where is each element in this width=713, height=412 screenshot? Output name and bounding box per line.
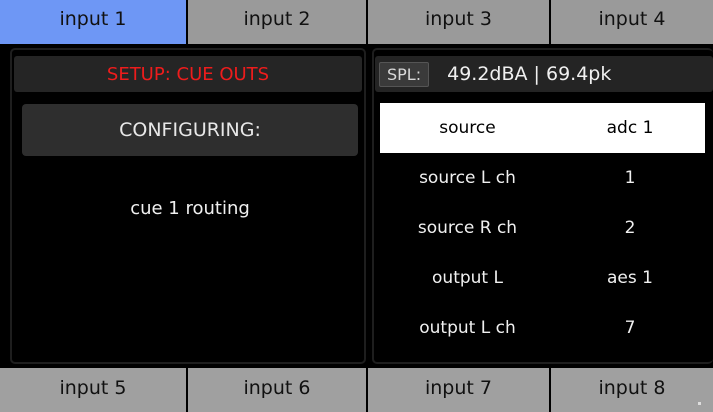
param-row-source[interactable]: source adc 1 xyxy=(380,103,705,153)
tab-label: input 4 xyxy=(598,8,666,30)
param-value: aes 1 xyxy=(607,268,653,288)
setup-title-text: SETUP: CUE OUTS xyxy=(106,63,270,85)
tab-input-5[interactable]: input 5 xyxy=(0,368,188,412)
param-value: adc 1 xyxy=(606,118,654,138)
tab-label: input 8 xyxy=(598,377,666,399)
tab-label: input 5 xyxy=(59,377,127,399)
parameter-list: source adc 1 source L ch 1 source R ch 2… xyxy=(380,103,705,353)
tab-label: input 2 xyxy=(243,8,311,30)
setup-title: SETUP: CUE OUTS xyxy=(14,56,362,92)
param-name: output L xyxy=(432,268,503,288)
param-row-source-l-ch[interactable]: source L ch 1 xyxy=(380,153,705,203)
param-value: 1 xyxy=(624,168,636,188)
spl-label: SPL: xyxy=(379,61,430,87)
param-name: source xyxy=(439,118,496,138)
tab-input-4[interactable]: input 4 xyxy=(551,0,713,44)
tab-label: input 6 xyxy=(243,377,311,399)
tab-input-2[interactable]: input 2 xyxy=(188,0,368,44)
tab-input-7[interactable]: input 7 xyxy=(368,368,551,412)
param-row-output-l-ch[interactable]: output L ch 7 xyxy=(380,303,705,353)
top-input-tabs: input 1 input 2 input 3 input 4 xyxy=(0,0,713,44)
configuring-label: CONFIGURING: xyxy=(22,104,358,156)
routing-text: cue 1 routing xyxy=(130,198,250,219)
configuring-text: CONFIGURING: xyxy=(119,119,261,141)
param-row-output-l[interactable]: output L aes 1 xyxy=(380,253,705,303)
tab-input-8[interactable]: input 8 xyxy=(551,368,713,412)
tab-label: input 1 xyxy=(59,8,127,30)
param-name: source L ch xyxy=(419,168,516,188)
spl-readout: SPL: 49.2dBA | 69.4pk xyxy=(375,56,713,92)
tab-label: input 3 xyxy=(424,8,492,30)
param-row-source-r-ch[interactable]: source R ch 2 xyxy=(380,203,705,253)
bottom-input-tabs: input 5 input 6 input 7 input 8 xyxy=(0,368,713,412)
status-dot xyxy=(698,402,701,405)
tab-label: input 7 xyxy=(424,377,492,399)
param-value: 7 xyxy=(624,318,636,338)
param-name: output L ch xyxy=(419,318,516,338)
spl-value: 49.2dBA | 69.4pk xyxy=(447,63,612,85)
tab-input-6[interactable]: input 6 xyxy=(188,368,368,412)
tab-input-3[interactable]: input 3 xyxy=(368,0,551,44)
param-value: 2 xyxy=(624,218,636,238)
param-name: source R ch xyxy=(417,218,518,238)
tab-input-1[interactable]: input 1 xyxy=(0,0,188,44)
